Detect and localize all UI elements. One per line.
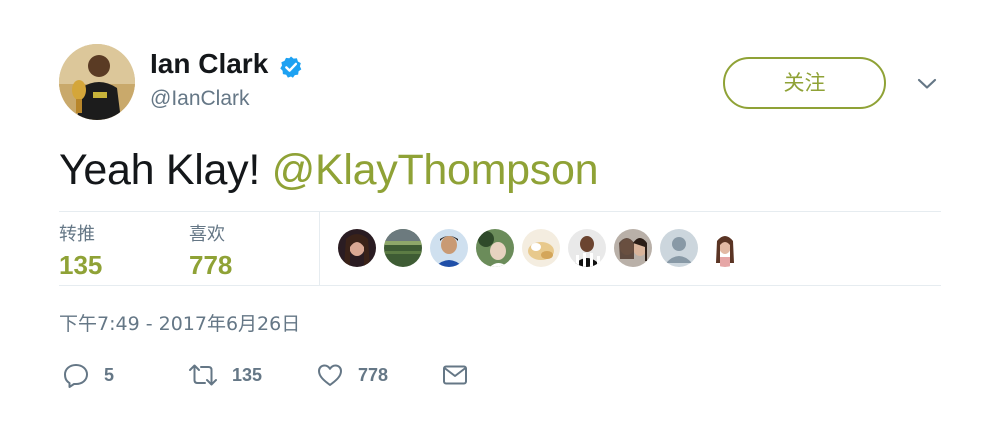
retweet-button[interactable]: 135 xyxy=(188,360,262,390)
tweet-timestamp[interactable]: 下午7:49 - 2017年6月26日 xyxy=(59,309,300,336)
likes-stat[interactable]: 喜欢 778 xyxy=(189,220,232,281)
liker-avatar[interactable] xyxy=(384,229,422,267)
envelope-icon xyxy=(443,365,467,385)
retweets-count: 135 xyxy=(59,250,103,280)
reply-count: 5 xyxy=(104,364,115,385)
divider xyxy=(59,211,941,212)
liker-avatar[interactable] xyxy=(614,229,652,267)
retweet-count: 135 xyxy=(232,364,263,385)
like-button[interactable]: 778 xyxy=(316,360,388,390)
like-count: 778 xyxy=(358,364,389,385)
liker-avatar[interactable] xyxy=(522,229,560,267)
author-name[interactable]: Ian Clark xyxy=(150,48,268,80)
liker-avatar[interactable] xyxy=(430,229,468,267)
tweet-body-text: Yeah Klay! xyxy=(59,146,272,194)
author-handle[interactable]: @IanClark xyxy=(150,87,250,111)
message-button[interactable] xyxy=(441,360,469,390)
retweet-icon xyxy=(189,364,217,386)
stats-separator xyxy=(319,212,320,285)
likes-label: 喜欢 xyxy=(189,224,225,245)
liker-avatar[interactable] xyxy=(338,229,376,267)
tweet-text: Yeah Klay! @KlayThompson xyxy=(59,146,599,195)
divider xyxy=(59,285,941,286)
heart-icon xyxy=(318,364,342,386)
liker-avatar[interactable] xyxy=(568,229,606,267)
verified-badge-icon xyxy=(280,56,302,78)
retweets-label: 转推 xyxy=(59,224,95,245)
author-avatar[interactable] xyxy=(59,44,135,120)
reply-button[interactable]: 5 xyxy=(62,360,114,390)
retweets-stat[interactable]: 转推 135 xyxy=(59,220,102,281)
mention-link[interactable]: @KlayThompson xyxy=(272,146,599,194)
follow-button[interactable]: 关注 xyxy=(723,57,886,109)
liker-avatar[interactable] xyxy=(706,229,744,267)
liker-avatar[interactable] xyxy=(660,229,698,267)
reply-icon xyxy=(64,364,88,388)
chevron-down-icon[interactable] xyxy=(916,76,938,92)
liker-avatar[interactable] xyxy=(476,229,514,267)
likes-count: 778 xyxy=(189,250,233,280)
